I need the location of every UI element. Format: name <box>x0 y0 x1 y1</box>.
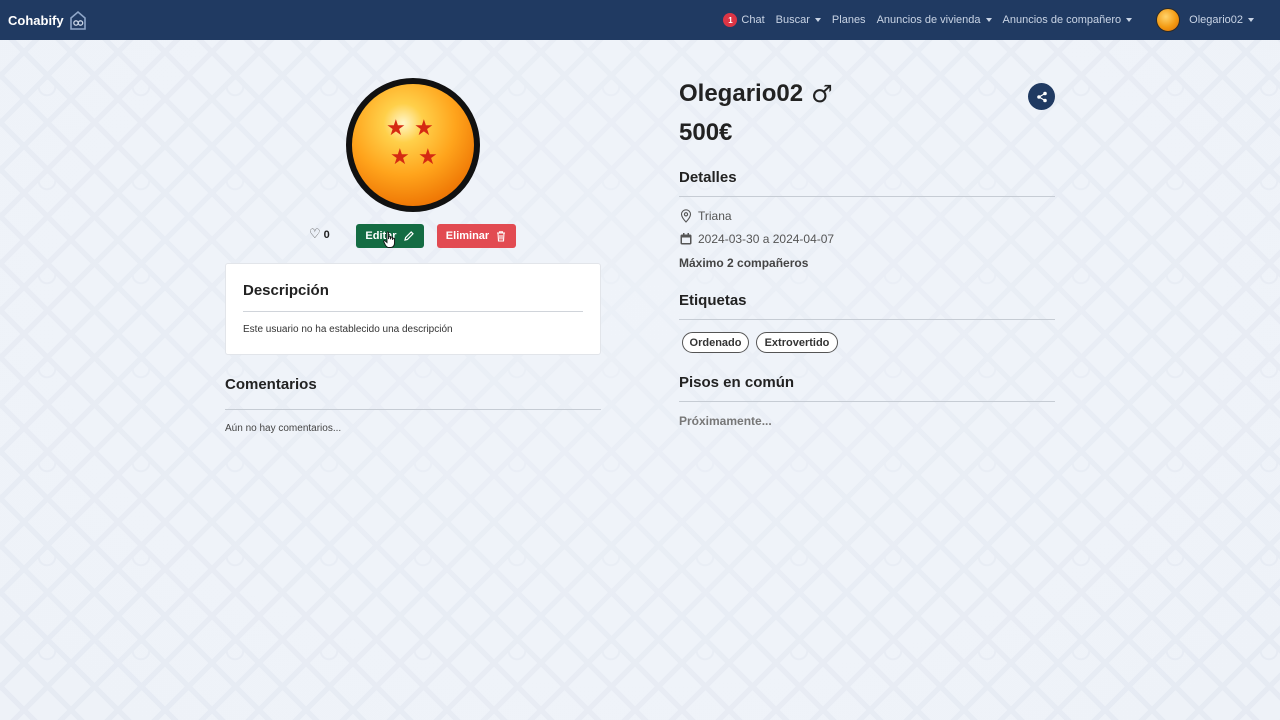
location-text: Triana <box>698 209 732 223</box>
calendar-icon <box>679 232 693 246</box>
common-flats-title: Pisos en común <box>679 374 795 391</box>
nav-chat-label: Chat <box>741 14 765 26</box>
nav-planes-label: Planes <box>831 14 866 26</box>
nav-buscar-label: Buscar <box>775 14 810 26</box>
details-title: Detalles <box>679 169 737 186</box>
heart-icon[interactable]: ♡ <box>309 227 321 242</box>
comments-empty: Aún no hay comentarios... <box>225 423 342 434</box>
caret-down-icon <box>985 18 992 22</box>
star-icon: ★ <box>418 145 438 170</box>
caret-down-icon <box>1248 18 1254 22</box>
divider <box>679 319 1055 320</box>
description-text: Este usuario no ha establecido una descr… <box>243 324 453 335</box>
caret-down-icon <box>814 18 821 22</box>
description-title: Descripción <box>243 282 329 299</box>
cursor-hand-icon <box>383 231 397 254</box>
dates-text: 2024-03-30 a 2024-04-07 <box>698 232 835 246</box>
delete-button-label: Eliminar <box>445 230 490 242</box>
profile-username: Olegario02 <box>679 80 804 107</box>
divider <box>679 401 1055 402</box>
tag-ordenado[interactable]: Ordenado <box>682 332 749 353</box>
dragon-ball-image: ★ ★ ★ ★ <box>352 84 474 206</box>
divider <box>243 311 583 312</box>
nav-planes[interactable]: Planes <box>832 14 866 26</box>
tags-title: Etiquetas <box>679 292 747 309</box>
star-icon: ★ <box>414 116 434 141</box>
share-icon <box>1036 91 1047 102</box>
nav-buscar-dropdown[interactable]: Buscar <box>776 14 821 26</box>
divider <box>679 196 1055 197</box>
nav-menu: 1 Chat Buscar Planes Anuncios de viviend… <box>712 0 1280 40</box>
divider <box>225 409 601 410</box>
share-button[interactable] <box>1028 83 1055 110</box>
cohabify-logo-icon <box>68 9 88 31</box>
brand[interactable]: Cohabify <box>8 9 88 31</box>
detail-dates: 2024-03-30 a 2024-04-07 <box>679 232 834 246</box>
avatar <box>1156 8 1181 32</box>
delete-button[interactable]: Eliminar <box>437 224 516 248</box>
nav-anuncios-companero-dropdown[interactable]: Anuncios de compañero <box>1003 14 1133 26</box>
common-flats-text: Próximamente... <box>679 414 772 428</box>
tag-extrovertido[interactable]: Extrovertido <box>756 332 838 353</box>
star-icon: ★ <box>386 116 406 141</box>
brand-name[interactable]: Cohabify <box>8 13 64 28</box>
detail-max-mates: Máximo 2 compañeros <box>679 256 809 270</box>
nav-user-dropdown[interactable]: Olegario02 <box>1156 8 1254 32</box>
chat-badge: 1 <box>723 13 738 27</box>
nav-user-label: Olegario02 <box>1189 14 1243 26</box>
profile-page: ★ ★ ★ ★ ♡ 0 Editar Eliminar Descripción … <box>0 40 1280 720</box>
likes-count: 0 <box>323 228 330 241</box>
likes-counter[interactable]: ♡ 0 <box>309 227 330 242</box>
nav-chat[interactable]: 1 Chat <box>723 13 765 27</box>
trash-icon <box>497 231 506 242</box>
profile-name: Olegario02 ♂ <box>679 80 833 108</box>
navbar: Cohabify 1 Chat Buscar Planes Anuncios d… <box>0 0 1280 40</box>
nav-anuncios-companero-label: Anuncios de compañero <box>1002 14 1122 26</box>
pencil-icon <box>403 231 414 241</box>
map-pin-icon <box>679 209 693 223</box>
description-card: Descripción Este usuario no ha estableci… <box>225 263 601 355</box>
star-icon: ★ <box>390 145 410 170</box>
caret-down-icon <box>1126 18 1133 22</box>
comments-title: Comentarios <box>225 376 317 393</box>
profile-price: 500€ <box>679 119 733 146</box>
male-icon: ♂ <box>811 80 833 108</box>
nav-anuncios-vivienda-dropdown[interactable]: Anuncios de vivienda <box>877 14 992 26</box>
profile-avatar: ★ ★ ★ ★ <box>346 78 480 212</box>
nav-anuncios-vivienda-label: Anuncios de vivienda <box>876 14 981 26</box>
detail-location: Triana <box>679 209 732 223</box>
